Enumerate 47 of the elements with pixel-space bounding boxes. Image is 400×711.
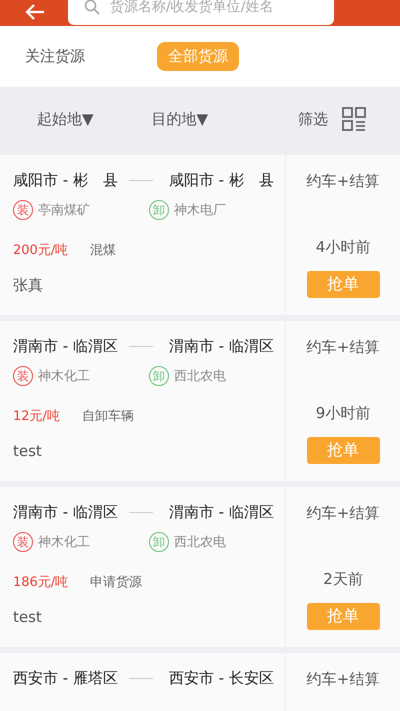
contact-name: test [13,608,43,626]
load-badge: 装 [13,532,33,552]
service-type: 约车+结算 [306,670,380,689]
posted-time: 2天前 [323,570,363,589]
destination-city: 渭南市 - 临渭区 [168,503,275,522]
load-badge: 装 [13,200,33,220]
unload-badge: 卸 [149,532,169,552]
unload-site: 西北农电 [174,368,226,385]
price: 12元/吨 [13,408,60,425]
cargo-type: 申请货源 [90,574,142,591]
origin-city: 渭南市 - 临渭区 [13,337,119,356]
cargo-type: 自卸车辆 [82,408,134,425]
unload-badge: 卸 [149,366,169,386]
dropdown-filter[interactable]: 起始地▼ [37,110,94,128]
unload-site: 西北农电 [174,534,226,551]
origin-city: 咸阳市 - 彬 县 [13,171,119,190]
search-icon [84,0,100,15]
back-arrow-icon[interactable] [24,3,46,21]
service-type: 约车+结算 [306,504,380,523]
cargo-card[interactable]: 渭南市 - 临渭区 渭南市 - 临渭区 装 神木化工 卸 西北农电 12元/吨 自卸车辆 test 约车+结算 9小时前 抢单 [0,321,400,481]
posted-time: 9小时前 [316,404,370,423]
contact-name: test [13,442,43,460]
service-type: 约车+结算 [306,338,380,357]
price: 186元/吨 [13,574,68,591]
contact-name: 张真 [13,276,44,295]
tab[interactable]: 关注货源 [14,42,96,71]
unload-badge: 卸 [149,200,169,220]
cargo-card[interactable]: 西安市 - 雁塔区 西安市 - 长安区 约车+结算 [0,653,400,711]
load-site: 亭南煤矿 [38,202,90,219]
posted-time: 4小时前 [316,238,370,257]
destination-city: 渭南市 - 临渭区 [168,337,275,356]
unload-site: 神木电厂 [174,202,226,219]
service-type: 约车+结算 [306,172,380,191]
filter-button[interactable]: 筛选 [298,107,366,131]
destination-city: 咸阳市 - 彬 县 [168,171,275,190]
load-badge: 装 [13,366,33,386]
load-site: 神木化工 [38,368,90,385]
cargo-card[interactable]: 渭南市 - 临渭区 渭南市 - 临渭区 装 神木化工 卸 西北农电 186元/吨 申请货源 test 约车+结算 2天前 抢单 [0,487,400,647]
origin-city: 西安市 - 雁塔区 [13,669,119,688]
destination-city: 西安市 - 长安区 [168,669,275,688]
origin-city: 渭南市 - 临渭区 [13,503,119,522]
price: 200元/吨 [13,242,68,259]
dropdown-filter[interactable]: 目的地▼ [152,110,208,128]
load-site: 神木化工 [38,534,90,551]
cargo-type: 混煤 [90,242,116,259]
cargo-card[interactable]: 咸阳市 - 彬 县 咸阳市 - 彬 县 装 亭南煤矿 卸 神木电厂 200元/吨 混煤 张真 约车+结算 4小时前 抢单 [0,155,400,315]
grid-icon [342,107,366,131]
